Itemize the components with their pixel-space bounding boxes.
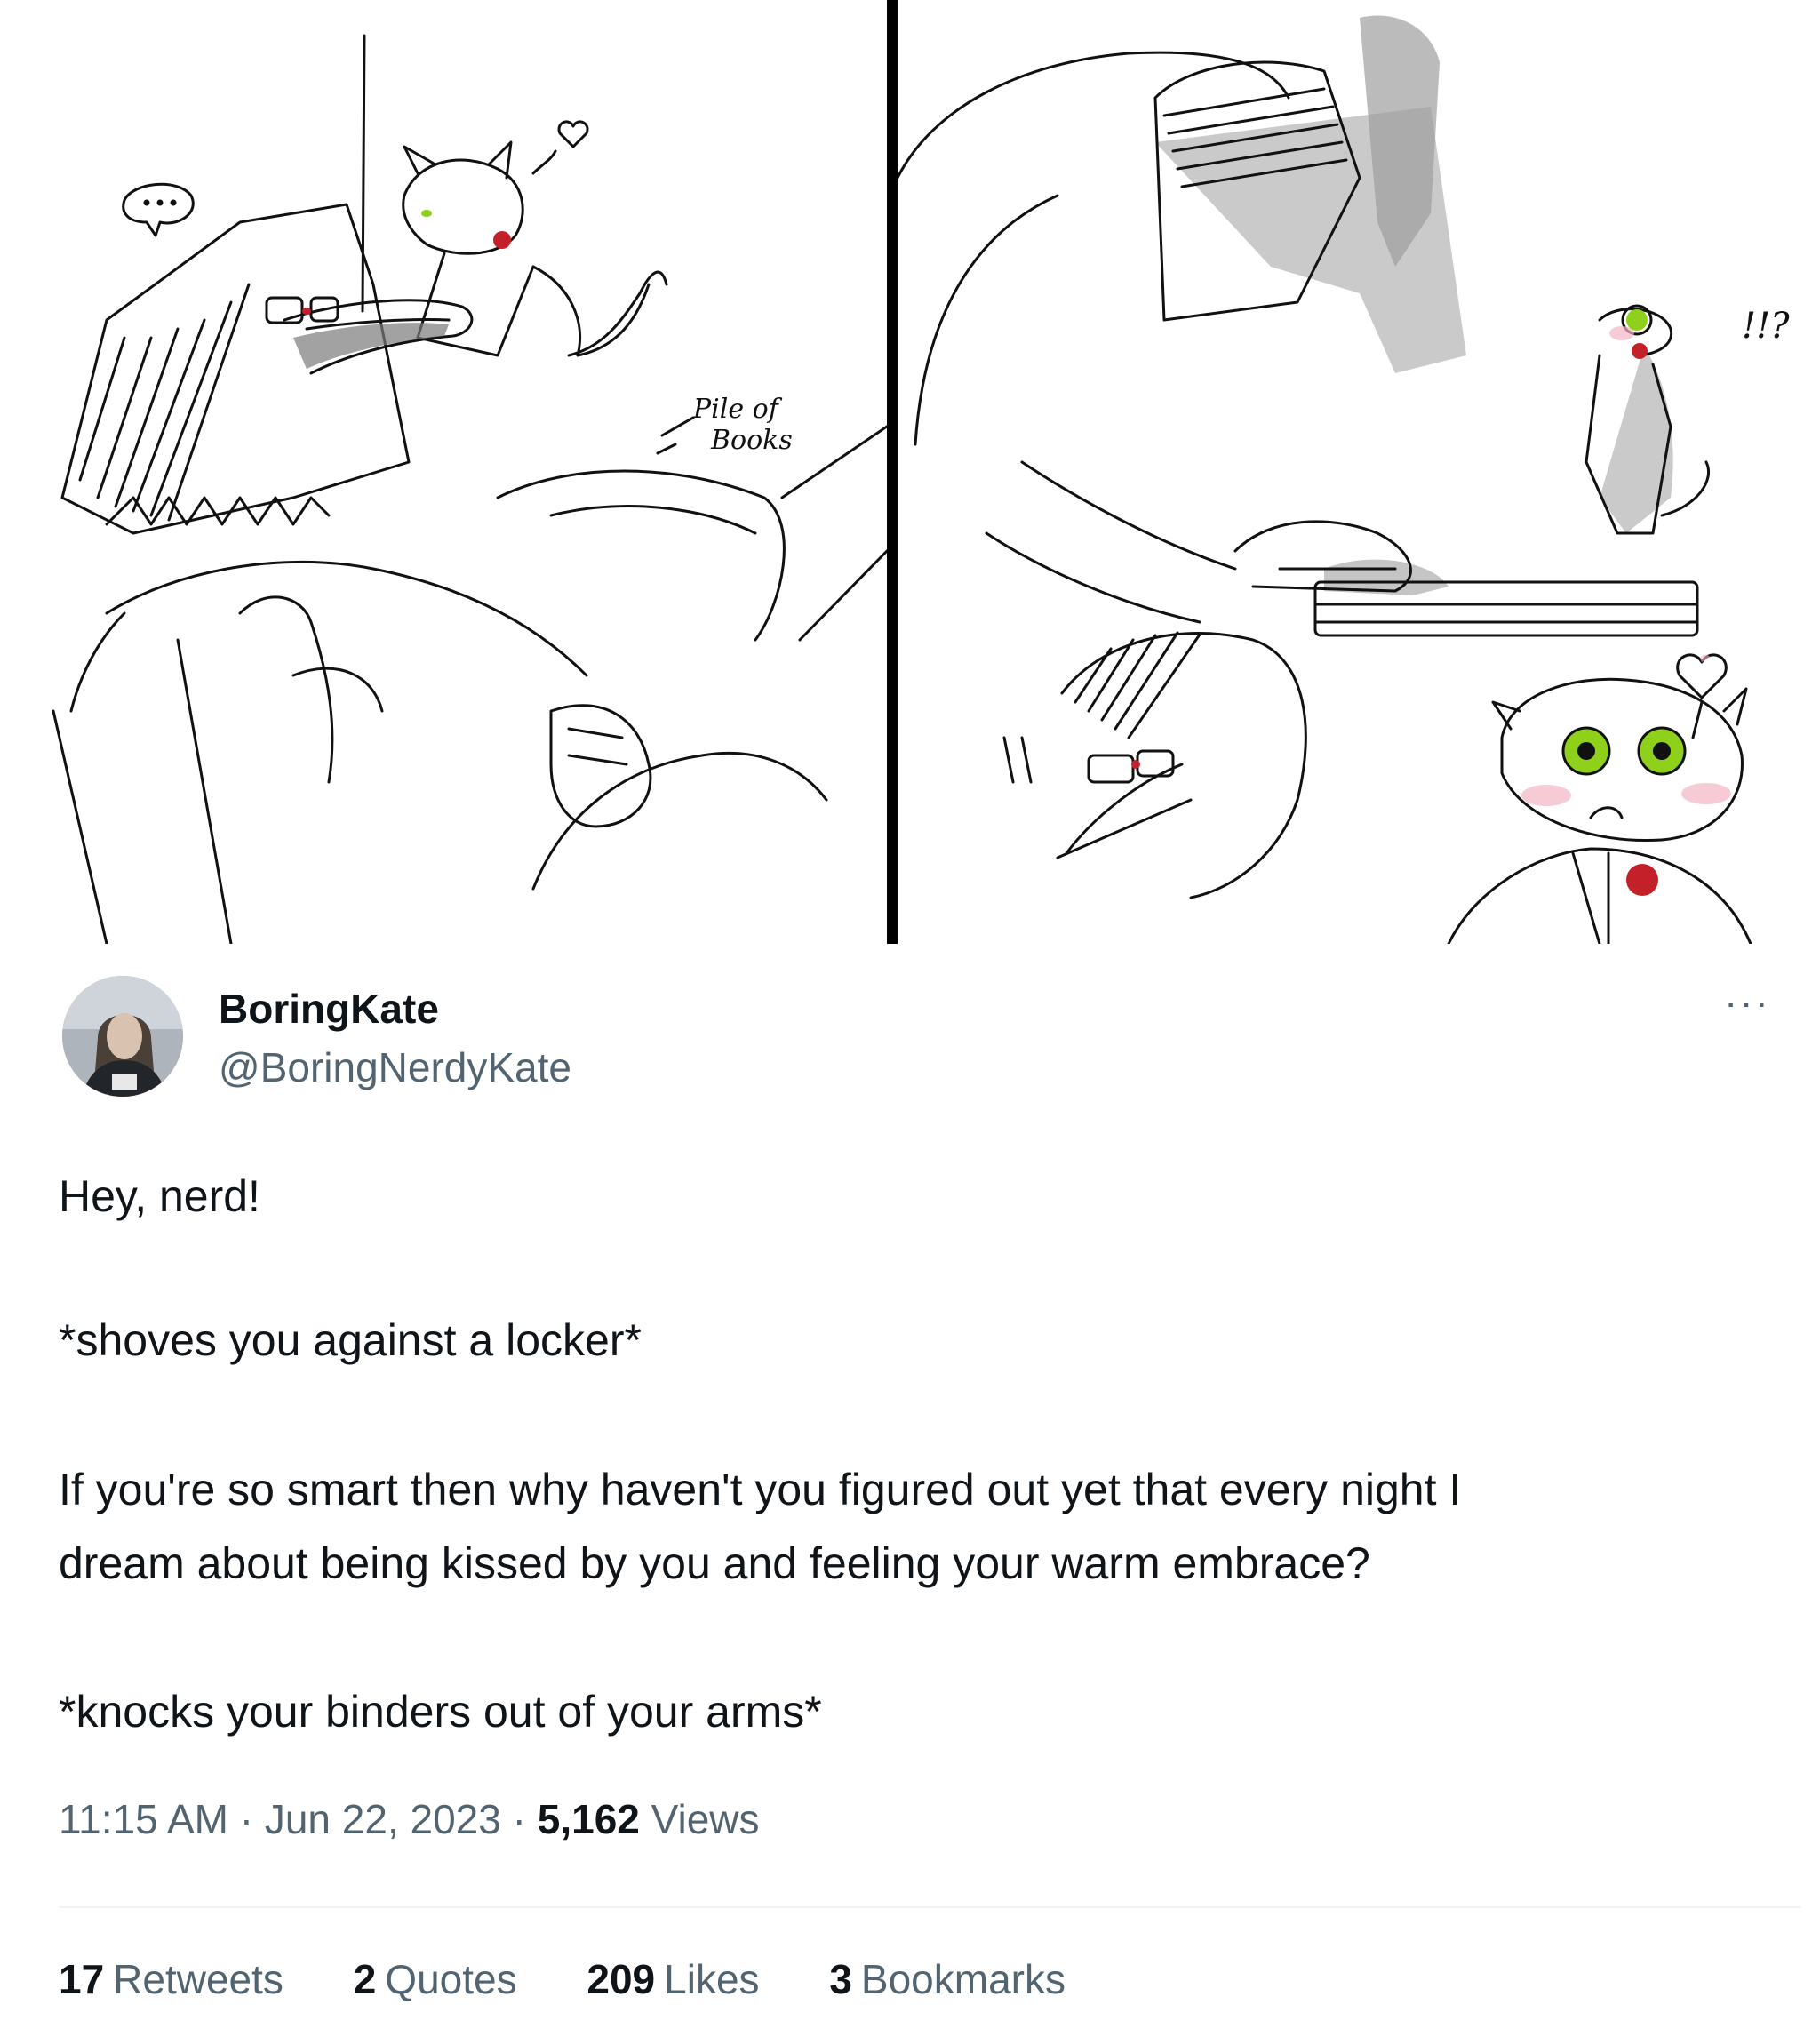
likes-stat-link[interactable]: 209 Likes [587, 1955, 759, 2003]
tweet-text-line: *shoves you against a locker* [59, 1315, 642, 1365]
quotes-count: 2 [353, 1956, 377, 2002]
divider [59, 1906, 1800, 1908]
retweets-count: 17 [59, 1956, 105, 2002]
pile-of-books-label-line-2: Books [710, 425, 793, 456]
avatar[interactable] [62, 976, 183, 1097]
bookmarks-stat-link[interactable]: 3 Bookmarks [829, 1955, 1066, 2003]
views-count: 5,162 [537, 1796, 640, 1842]
views-label: Views [651, 1796, 760, 1842]
user-handle[interactable]: @BoringNerdyKate [219, 1043, 571, 1091]
retweets-label: Retweets [113, 1956, 283, 2002]
separator: · [512, 1796, 526, 1842]
panel-divider [887, 0, 898, 944]
tweet-time-link[interactable]: 11:15 AM [59, 1796, 228, 1842]
likes-count: 209 [587, 1956, 656, 2002]
exclamation-label: !!? [1742, 306, 1790, 347]
tweet-meta: 11:15 AM · Jun 22, 2023 · 5,162 Views [59, 1795, 760, 1843]
quotes-stat-link[interactable]: 2 Quotes [354, 1955, 517, 2003]
tweet-text-line: *knocks your binders out of your arms* [59, 1687, 822, 1737]
more-options-button[interactable]: ··· [1724, 978, 1770, 1026]
tweet-date-link[interactable]: Jun 22, 2023 [265, 1796, 501, 1842]
comic-image[interactable]: Pile of Books !!? [0, 0, 1820, 944]
comic-panel-right: !!? [898, 0, 1820, 944]
tweet-text-line: Hey, nerd! [59, 1171, 260, 1221]
avatar-photo-icon [62, 976, 183, 1097]
comic-panel-left: Pile of Books [0, 0, 887, 944]
separator: · [239, 1796, 254, 1842]
pile-of-books-label-line-1: Pile of [692, 394, 783, 425]
quotes-label: Quotes [385, 1956, 517, 2002]
tweet-text-line: dream about being kissed by you and feel… [59, 1538, 1370, 1588]
tweet-stats: 17 Retweets 2 Quotes 209 Likes 3 Bookmarks [59, 1955, 1124, 2003]
likes-label: Likes [664, 1956, 760, 2002]
bookmarks-count: 3 [829, 1956, 852, 2002]
display-name[interactable]: BoringKate [219, 985, 439, 1033]
bookmarks-label: Bookmarks [860, 1956, 1066, 2002]
tweet-text-line: If you're so smart then why haven't you … [59, 1465, 1462, 1514]
retweets-stat-link[interactable]: 17 Retweets [59, 1955, 283, 2003]
